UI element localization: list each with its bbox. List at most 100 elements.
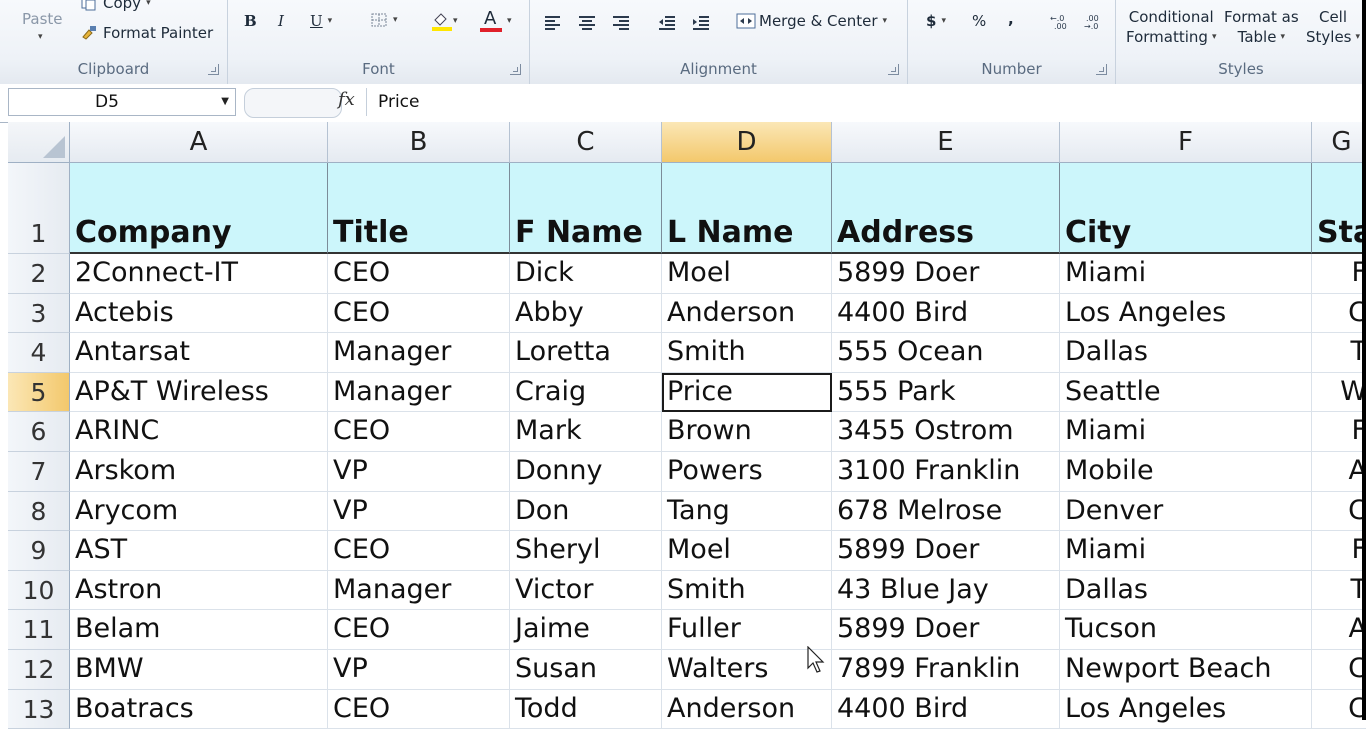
- format-painter-button[interactable]: Format Painter: [80, 24, 213, 42]
- paste-dropdown[interactable]: ▾: [38, 32, 43, 42]
- cell-f10[interactable]: Dallas: [1060, 570, 1312, 611]
- column-header-e[interactable]: E: [832, 122, 1060, 163]
- cell-a8[interactable]: Arycom: [70, 491, 328, 532]
- comma-style-button[interactable]: ,: [1008, 10, 1014, 28]
- align-center-button[interactable]: [578, 14, 596, 30]
- cell-d8[interactable]: Tang: [662, 491, 832, 532]
- increase-decimal-button[interactable]: ←.0.00: [1050, 12, 1068, 31]
- cell-a13[interactable]: Boatracs: [70, 689, 328, 729]
- row-header-6[interactable]: 6: [8, 412, 70, 452]
- fill-color-button[interactable]: ▾: [430, 10, 458, 32]
- cell-c6[interactable]: Mark: [510, 412, 662, 452]
- row-header-13[interactable]: 13: [8, 689, 70, 729]
- cell-d13[interactable]: Anderson: [662, 689, 832, 729]
- borders-button[interactable]: ▾: [370, 12, 398, 28]
- cell-e7[interactable]: 3100 Franklin: [832, 452, 1060, 492]
- cell-f9[interactable]: Miami: [1060, 531, 1312, 571]
- row-header-1[interactable]: 1: [8, 163, 70, 254]
- cell-d1[interactable]: L Name: [662, 163, 832, 254]
- cell-g12[interactable]: C: [1312, 650, 1366, 690]
- insert-function-icon[interactable]: fx: [338, 89, 355, 110]
- font-color-button[interactable]: A ▾: [480, 8, 512, 34]
- cell-g11[interactable]: A: [1312, 610, 1366, 650]
- cell-d6[interactable]: Brown: [662, 412, 832, 452]
- cell-c11[interactable]: Jaime: [510, 610, 662, 650]
- format-as-table-button[interactable]: Format as Table ▾: [1224, 8, 1299, 46]
- row-header-2[interactable]: 2: [8, 254, 70, 294]
- bold-button[interactable]: B: [244, 12, 257, 30]
- cell-d9[interactable]: Moel: [662, 531, 832, 571]
- cell-f4[interactable]: Dallas: [1060, 333, 1312, 373]
- alignment-launcher-icon[interactable]: [888, 64, 899, 75]
- cell-e3[interactable]: 4400 Bird: [832, 293, 1060, 334]
- cell-styles-button[interactable]: Cell Styles ▾: [1306, 8, 1360, 46]
- clipboard-launcher-icon[interactable]: [208, 64, 219, 75]
- conditional-formatting-button[interactable]: Conditional Formatting ▾: [1126, 8, 1216, 46]
- cell-c5[interactable]: Craig: [510, 372, 662, 413]
- column-header-d[interactable]: D: [662, 122, 832, 163]
- cell-f5[interactable]: Seattle: [1060, 372, 1312, 413]
- cell-c10[interactable]: Victor: [510, 570, 662, 611]
- cell-c3[interactable]: Abby: [510, 293, 662, 334]
- cell-d3[interactable]: Anderson: [662, 293, 832, 334]
- column-header-f[interactable]: F: [1060, 122, 1312, 163]
- cell-b3[interactable]: CEO: [328, 293, 510, 334]
- cell-g13[interactable]: C: [1312, 690, 1366, 729]
- currency-button[interactable]: $ ▾: [926, 12, 946, 30]
- cell-c7[interactable]: Donny: [510, 452, 662, 492]
- cell-b8[interactable]: VP: [328, 491, 510, 532]
- row-header-7[interactable]: 7: [8, 452, 70, 492]
- cell-b7[interactable]: VP: [328, 452, 510, 492]
- cell-d4[interactable]: Smith: [662, 333, 832, 373]
- cell-a11[interactable]: Belam: [70, 610, 328, 650]
- cell-e5[interactable]: 555 Park: [832, 372, 1060, 413]
- paste-button[interactable]: Paste: [22, 10, 63, 28]
- cell-a4[interactable]: Antarsat: [70, 333, 328, 373]
- decrease-indent-button[interactable]: [658, 14, 676, 30]
- row-header-11[interactable]: 11: [8, 610, 70, 650]
- cell-c2[interactable]: Dick: [510, 254, 662, 294]
- cell-e10[interactable]: 43 Blue Jay: [832, 570, 1060, 611]
- cell-f3[interactable]: Los Angeles: [1060, 293, 1312, 334]
- underline-button[interactable]: U ▾: [310, 12, 332, 30]
- cell-c1[interactable]: F Name: [510, 163, 662, 254]
- cell-f12[interactable]: Newport Beach: [1060, 650, 1312, 690]
- cell-f11[interactable]: Tucson: [1060, 610, 1312, 650]
- cell-a7[interactable]: Arskom: [70, 452, 328, 492]
- align-left-button[interactable]: [544, 14, 562, 30]
- merge-center-button[interactable]: Merge & Center ▾: [736, 12, 887, 30]
- cell-g2[interactable]: F: [1312, 254, 1366, 294]
- cell-a2[interactable]: 2Connect-IT: [70, 254, 328, 294]
- cell-g7[interactable]: A: [1312, 452, 1366, 492]
- cell-f7[interactable]: Mobile: [1060, 452, 1312, 492]
- cell-b1[interactable]: Title: [328, 163, 510, 254]
- cell-e9[interactable]: 5899 Doer: [832, 531, 1060, 571]
- cell-b10[interactable]: Manager: [328, 570, 510, 611]
- cell-g4[interactable]: T: [1312, 333, 1366, 373]
- formula-bar-splitter[interactable]: [244, 88, 342, 118]
- cell-e1[interactable]: Address: [832, 163, 1060, 254]
- cell-d11[interactable]: Fuller: [662, 610, 832, 650]
- column-header-g[interactable]: G: [1312, 122, 1366, 163]
- cell-f1[interactable]: City: [1060, 163, 1312, 254]
- cell-a9[interactable]: AST: [70, 531, 328, 571]
- row-header-10[interactable]: 10: [8, 570, 70, 611]
- name-box[interactable]: D5 ▼: [8, 88, 236, 116]
- cell-b11[interactable]: CEO: [328, 610, 510, 650]
- cell-f2[interactable]: Miami: [1060, 254, 1312, 294]
- cell-g8[interactable]: C: [1312, 492, 1366, 532]
- number-launcher-icon[interactable]: [1096, 64, 1107, 75]
- italic-button[interactable]: I: [278, 12, 284, 30]
- select-all-button[interactable]: [8, 122, 70, 163]
- row-header-9[interactable]: 9: [8, 531, 70, 571]
- cell-d7[interactable]: Powers: [662, 452, 832, 492]
- cell-c9[interactable]: Sheryl: [510, 531, 662, 571]
- percent-button[interactable]: %: [972, 12, 986, 30]
- cell-e11[interactable]: 5899 Doer: [832, 610, 1060, 650]
- cell-a5[interactable]: AP&T Wireless: [70, 372, 328, 413]
- cell-a1[interactable]: Company: [70, 163, 328, 254]
- cell-c8[interactable]: Don: [510, 491, 662, 532]
- cell-e8[interactable]: 678 Melrose: [832, 491, 1060, 532]
- cell-b9[interactable]: CEO: [328, 531, 510, 571]
- cell-b6[interactable]: CEO: [328, 412, 510, 452]
